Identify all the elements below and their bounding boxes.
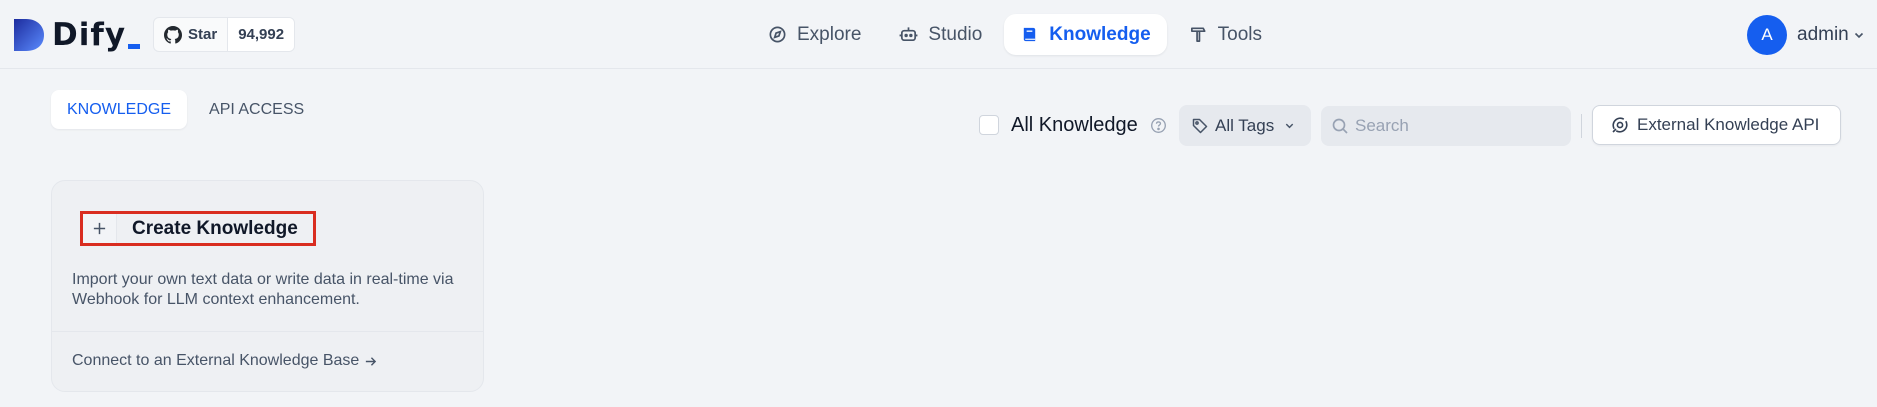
dify-logo-mark-icon [14,19,44,51]
chevron-down-icon [1854,32,1863,38]
toolbar-divider [1581,114,1582,138]
user-menu[interactable]: A admin [1747,14,1877,55]
github-icon [164,25,182,44]
connect-external-knowledge-link[interactable]: Connect to an External Knowledge Base [72,352,377,370]
book-icon [1024,27,1036,42]
star-text: Star [188,26,218,43]
tag-icon [1192,118,1208,133]
search-box[interactable] [1321,106,1571,146]
nav-studio-label: Studio [928,23,983,45]
create-knowledge-card: Create Knowledge Import your own text da… [51,180,484,392]
card-divider [52,331,483,332]
search-input[interactable] [1353,115,1553,137]
external-knowledge-api-label: External Knowledge API [1637,115,1820,134]
help-circle-icon[interactable] [1150,117,1167,134]
all-knowledge-checkbox[interactable] [979,115,999,135]
connect-external-label: Connect to an External Knowledge Base [72,352,360,369]
nav-explore-label: Explore [797,23,862,45]
nav-knowledge[interactable]: Knowledge [1004,14,1167,55]
github-star-button[interactable]: Star 94,992 [153,17,296,52]
tab-knowledge[interactable]: KNOWLEDGE [51,90,188,129]
all-knowledge-filter: All Knowledge [979,112,1167,138]
nav-studio[interactable]: Studio [883,14,998,55]
nav-tools-label: Tools [1217,23,1262,45]
create-knowledge-label: Create Knowledge [132,217,298,239]
external-knowledge-api-button[interactable]: External Knowledge API [1592,105,1841,145]
hammer-icon [1190,27,1206,43]
avatar: A [1747,14,1787,55]
star-count: 94,992 [228,18,295,51]
tags-filter-label: All Tags [1215,115,1275,135]
top-header: Dify Star 94,992 Explore Studio Knowledg… [0,0,1877,69]
plus-icon [93,222,106,235]
compass-icon [769,26,786,43]
plus-box [83,214,117,243]
tags-filter-dropdown[interactable]: All Tags [1179,105,1311,146]
nav-tools[interactable]: Tools [1173,14,1278,55]
nav-explore[interactable]: Explore [752,14,877,55]
brand-cursor [128,43,141,49]
knowledge-tabs: KNOWLEDGE API ACCESS [51,90,326,129]
username: admin [1797,23,1849,45]
api-connection-icon [1612,117,1628,133]
brand-name: Dify [52,17,127,53]
arrow-right-icon [366,356,377,366]
tab-api-access[interactable]: API ACCESS [193,90,320,129]
create-knowledge-button[interactable]: Create Knowledge [80,211,316,246]
chevron-down-icon [1285,123,1294,129]
main-nav: Explore Studio Knowledge Tools [752,14,1284,55]
create-knowledge-description: Import your own text data or write data … [72,271,454,308]
robot-icon [899,27,918,42]
dify-logo[interactable]: Dify [12,16,141,54]
nav-knowledge-label: Knowledge [1049,23,1151,45]
search-icon [1332,118,1348,134]
github-star-label[interactable]: Star [154,18,229,51]
all-knowledge-label: All Knowledge [1011,113,1138,136]
